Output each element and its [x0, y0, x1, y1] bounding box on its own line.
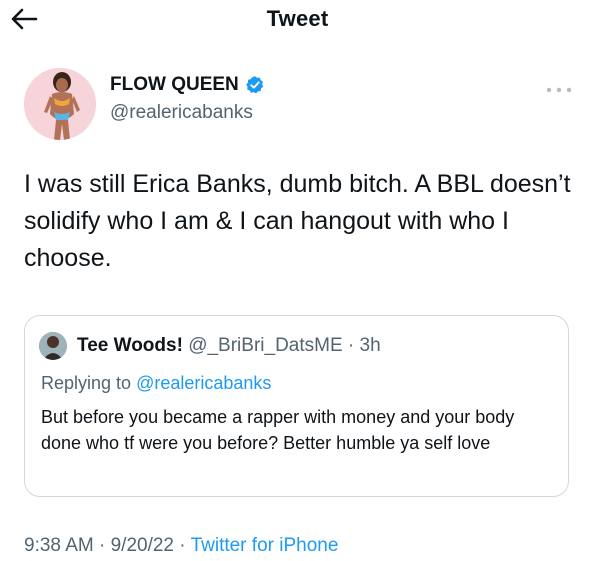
- quote-separator: ·: [347, 335, 355, 356]
- meta-separator-1: ·: [99, 535, 106, 556]
- verified-badge-icon: [246, 76, 263, 94]
- tweet-page: Tweet FLOW QUEEN @realericabanks I was s…: [0, 0, 595, 561]
- quote-time: 3h: [359, 335, 381, 356]
- tweet-text: I was still Erica Banks, dumb bitch. A B…: [24, 170, 571, 272]
- more-horizontal-icon: [546, 87, 572, 93]
- quote-author-avatar[interactable]: [39, 332, 67, 360]
- tweet-source-link[interactable]: Twitter for iPhone: [191, 535, 339, 556]
- replying-to-link[interactable]: @realericabanks: [136, 373, 271, 393]
- quote-author-handle[interactable]: @_BriBri_DatsME: [188, 335, 342, 356]
- quote-author-name[interactable]: Tee Woods!: [77, 335, 183, 356]
- quote-replying-to: Replying to @realericabanks: [41, 373, 271, 394]
- top-bar: Tweet: [0, 0, 595, 40]
- author-name[interactable]: FLOW QUEEN: [110, 74, 239, 96]
- author-name-row: FLOW QUEEN: [110, 74, 265, 96]
- replying-to-prefix: Replying to: [41, 373, 132, 393]
- quote-header: Tee Woods! @_BriBri_DatsME · 3h: [77, 335, 381, 357]
- tweet-time: 9:38 AM: [24, 535, 94, 556]
- page-title: Tweet: [266, 6, 329, 31]
- tweet-meta: 9:38 AM · 9/20/22 · Twitter for iPhone: [24, 535, 338, 557]
- author-avatar[interactable]: [24, 68, 96, 140]
- quote-avatar-image: [39, 332, 67, 360]
- quoted-tweet[interactable]: Tee Woods! @_BriBri_DatsME · 3h Replying…: [24, 315, 569, 497]
- meta-separator-2: ·: [179, 535, 186, 556]
- author-handle[interactable]: @realericabanks: [110, 102, 265, 124]
- quote-text: But before you became a rapper with mone…: [41, 407, 515, 453]
- more-options-button[interactable]: [544, 80, 574, 100]
- tweet-date: 9/20/22: [110, 535, 175, 556]
- avatar-image: [24, 68, 96, 140]
- author-info: FLOW QUEEN @realericabanks: [110, 74, 265, 124]
